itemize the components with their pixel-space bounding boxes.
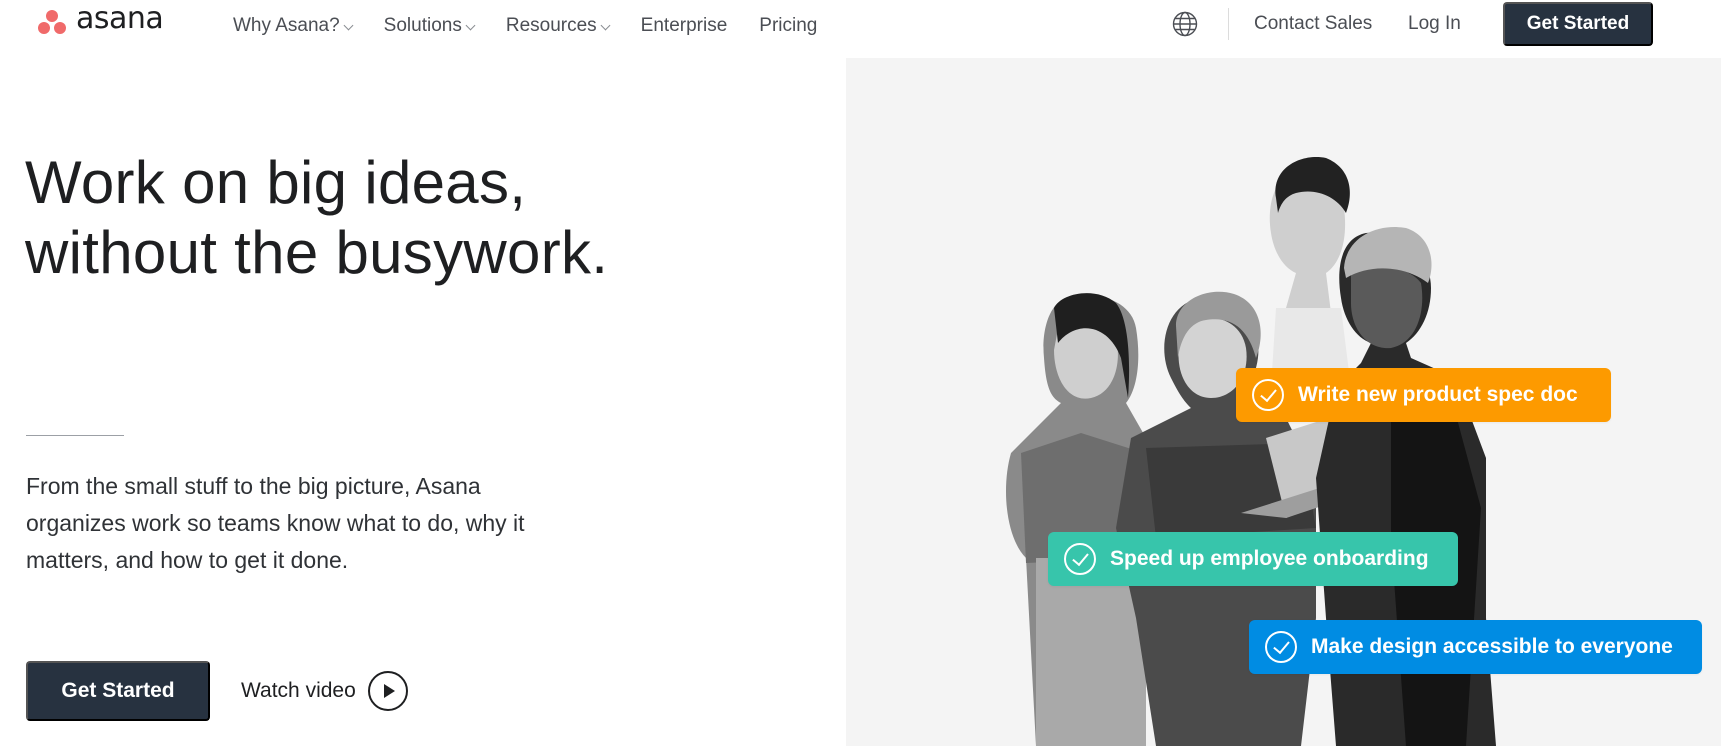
headline-line-1: Work on big ideas, bbox=[25, 149, 527, 216]
divider-rule bbox=[26, 435, 124, 436]
chevron-down-icon bbox=[600, 20, 611, 30]
contact-sales-link[interactable]: Contact Sales bbox=[1254, 13, 1372, 35]
nav-item-pricing[interactable]: Pricing bbox=[759, 14, 817, 38]
nav-item-solutions[interactable]: Solutions bbox=[383, 14, 476, 38]
get-started-nav-button[interactable]: Get Started bbox=[1503, 2, 1653, 46]
nav-divider bbox=[1228, 8, 1229, 40]
main-menu: Why Asana? Solutions Resources Enterpris… bbox=[233, 14, 849, 38]
nav-item-label: Why Asana? bbox=[233, 15, 340, 36]
check-circle-icon bbox=[1265, 631, 1297, 663]
check-circle-icon bbox=[1252, 379, 1284, 411]
headline-line-2: without the busywork. bbox=[25, 219, 609, 286]
nav-item-resources[interactable]: Resources bbox=[505, 14, 611, 38]
top-nav: asana Why Asana? Solutions Resources Ent… bbox=[0, 0, 1721, 58]
nav-item-label: Resources bbox=[505, 15, 597, 36]
chevron-down-icon bbox=[465, 20, 476, 30]
brand-name: asana bbox=[76, 1, 164, 36]
watch-video-button[interactable]: Watch video bbox=[241, 671, 408, 711]
hero-subtext: From the small stuff to the big picture,… bbox=[26, 473, 525, 573]
log-in-link[interactable]: Log In bbox=[1408, 13, 1461, 35]
task-chip-design-accessible[interactable]: Make design accessible to everyone bbox=[1249, 620, 1702, 674]
task-label: Make design accessible to everyone bbox=[1311, 635, 1673, 658]
nav-item-label: Pricing bbox=[759, 15, 818, 36]
chevron-down-icon bbox=[343, 20, 354, 30]
nav-item-label: Solutions bbox=[383, 15, 462, 36]
asana-logo-icon bbox=[36, 6, 68, 36]
nav-item-enterprise[interactable]: Enterprise bbox=[641, 14, 728, 38]
nav-item-label: Enterprise bbox=[640, 15, 728, 36]
check-circle-icon bbox=[1064, 543, 1096, 575]
task-label: Write new product spec doc bbox=[1298, 383, 1578, 406]
task-label: Speed up employee onboarding bbox=[1110, 547, 1429, 570]
nav-item-why-asana[interactable]: Why Asana? bbox=[233, 14, 354, 38]
task-chip-product-spec[interactable]: Write new product spec doc bbox=[1236, 368, 1611, 422]
play-circle-icon bbox=[367, 671, 408, 711]
task-chip-onboarding[interactable]: Speed up employee onboarding bbox=[1048, 532, 1458, 586]
get-started-button[interactable]: Get Started bbox=[26, 661, 210, 721]
hero-headline: Work on big ideas, without the busywork. bbox=[25, 148, 608, 288]
asana-logo[interactable]: asana bbox=[36, 1, 164, 36]
globe-icon[interactable] bbox=[1172, 11, 1198, 37]
watch-video-label: Watch video bbox=[241, 679, 356, 702]
